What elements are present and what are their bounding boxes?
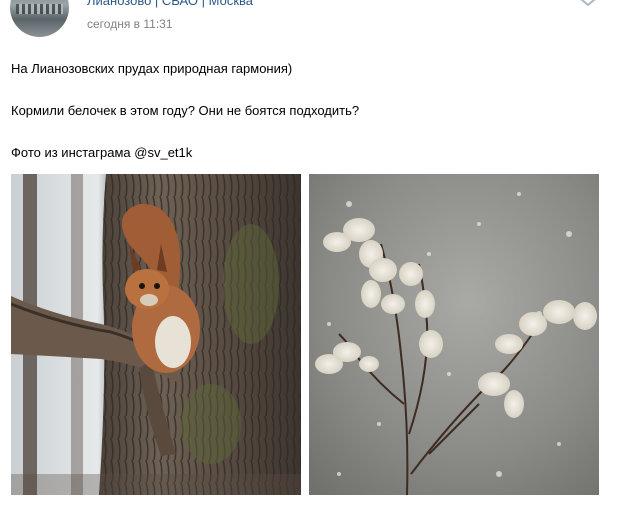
post-text-line: Фото из инстаграма @sv_et1k [11, 145, 193, 160]
post-text: На Лианозовских прудах природная гармони… [11, 61, 601, 160]
post-photo-plant[interactable] [309, 174, 599, 495]
post-text-line: На Лианозовских прудах природная гармони… [11, 61, 293, 76]
post-date[interactable]: сегодня в 11:31 [87, 17, 173, 31]
post-author-link[interactable]: Лианозово | СВАО | Москва [87, 0, 253, 8]
post-menu-button[interactable] [576, 0, 600, 10]
chevron-down-icon [580, 0, 596, 6]
post-text-line: Кормили белочек в этом году? Они не боят… [11, 103, 360, 118]
group-avatar[interactable] [10, 0, 69, 37]
post-photo-squirrel[interactable] [11, 174, 301, 495]
